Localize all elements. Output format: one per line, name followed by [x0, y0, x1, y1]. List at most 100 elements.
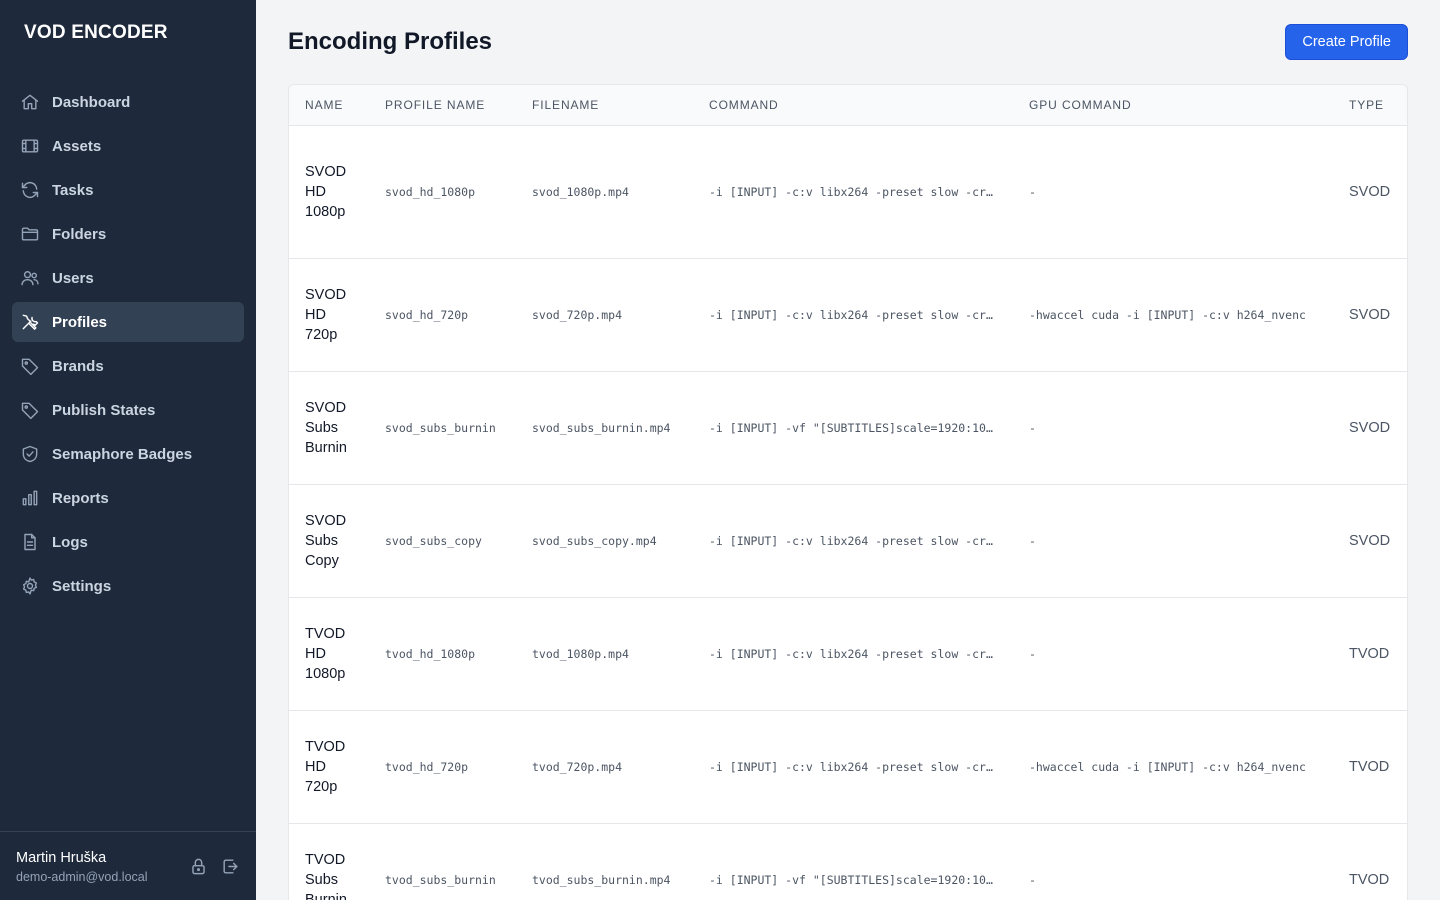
document-icon — [20, 532, 40, 552]
type-cell: SVOD — [1333, 484, 1407, 598]
profiles-table: NAME PROFILE NAME FILENAME COMMAND GPU COMMA… — [289, 85, 1407, 900]
profile-name-cell: TVOD Subs Burnin — [289, 823, 369, 900]
sidebar-item-brands[interactable]: Brands — [12, 346, 244, 386]
sidebar-item-label: Publish States — [52, 401, 156, 419]
gpu-command-cell: -hwaccel cuda -i [INPUT] -c:v h264_nvenc — [1013, 710, 1333, 824]
lock-icon[interactable] — [188, 856, 208, 876]
chart-icon — [20, 488, 40, 508]
sidebar-item-publish-states[interactable]: Publish States — [12, 390, 244, 430]
type-cell: TVOD — [1333, 823, 1407, 900]
sidebar-item-users[interactable]: Users — [12, 258, 244, 298]
column-header-filename: FILENAME — [516, 85, 693, 126]
column-header-profile-name: PROFILE NAME — [369, 85, 516, 126]
app-root: VOD ENCODER Dashboard Assets Tasks Folders U… — [0, 0, 1440, 900]
tools-icon — [20, 312, 40, 332]
filename-cell: tvod_subs_burnin.mp4 — [516, 823, 693, 900]
table-row[interactable]: TVOD HD 1080p tvod_hd_1080p tvod_1080p.mp4… — [289, 597, 1407, 711]
shield-icon — [20, 444, 40, 464]
profile-id-cell: tvod_hd_1080p — [369, 597, 516, 711]
sidebar-item-assets[interactable]: Assets — [12, 126, 244, 166]
sidebar-item-label: Reports — [52, 489, 109, 507]
table-row[interactable]: TVOD HD 720p tvod_hd_720p tvod_720p.mp4 -i … — [289, 710, 1407, 824]
column-header-name: NAME — [289, 85, 369, 126]
column-header-type: TYPE — [1333, 85, 1407, 126]
profile-name-cell: SVOD Subs Burnin — [289, 371, 369, 485]
type-cell: SVOD — [1333, 371, 1407, 485]
type-cell: TVOD — [1333, 710, 1407, 824]
tag-icon — [20, 400, 40, 420]
sidebar-item-label: Semaphore Badges — [52, 445, 193, 463]
sidebar-item-reports[interactable]: Reports — [12, 478, 244, 518]
sidebar-item-tasks[interactable]: Tasks — [12, 170, 244, 210]
film-icon — [20, 136, 40, 156]
main-content: Encoding Profiles Create Profile NAME PRO… — [256, 0, 1440, 900]
profile-id-cell: tvod_subs_burnin — [369, 823, 516, 900]
filename-cell: svod_1080p.mp4 — [516, 125, 693, 259]
table-row[interactable]: SVOD HD 1080p svod_hd_1080p svod_1080p.mp4… — [289, 125, 1407, 259]
profile-id-cell: svod_hd_1080p — [369, 125, 516, 259]
table-body: SVOD HD 1080p svod_hd_1080p svod_1080p.mp4… — [289, 125, 1407, 900]
create-profile-button[interactable]: Create Profile — [1285, 24, 1408, 60]
page-title: Encoding Profiles — [288, 28, 493, 55]
profile-id-cell: svod_subs_copy — [369, 484, 516, 598]
users-icon — [20, 268, 40, 288]
gpu-command-cell: - — [1013, 597, 1333, 711]
folder-icon — [20, 224, 40, 244]
sidebar-item-folders[interactable]: Folders — [12, 214, 244, 254]
profile-id-cell: svod_subs_burnin — [369, 371, 516, 485]
profile-name-cell: TVOD HD 720p — [289, 710, 369, 824]
profile-name-cell: TVOD HD 1080p — [289, 597, 369, 711]
sidebar-item-label: Profiles — [52, 313, 108, 331]
sidebar-nav: Dashboard Assets Tasks Folders Users Profiles… — [12, 82, 244, 610]
filename-cell: svod_subs_copy.mp4 — [516, 484, 693, 598]
sidebar: VOD ENCODER Dashboard Assets Tasks Folders U… — [0, 0, 256, 900]
sidebar-item-profiles[interactable]: Profiles — [12, 302, 244, 342]
command-cell: -i [INPUT] -c:v libx264 -preset slow -cr… — [693, 710, 1013, 824]
table-row[interactable]: SVOD Subs Copy svod_subs_copy svod_subs_co… — [289, 484, 1407, 598]
sidebar-item-label: Logs — [52, 533, 88, 551]
gpu-command-cell: -hwaccel cuda -i [INPUT] -c:v h264_nvenc — [1013, 258, 1333, 372]
sidebar-item-label: Dashboard — [52, 93, 131, 111]
sidebar-item-label: Folders — [52, 225, 107, 243]
table-header-row: NAME PROFILE NAME FILENAME COMMAND GPU COMMA… — [289, 85, 1407, 126]
sidebar-item-label: Users — [52, 269, 94, 287]
command-cell: -i [INPUT] -c:v libx264 -preset slow -cr… — [693, 125, 1013, 259]
profile-id-cell: tvod_hd_720p — [369, 710, 516, 824]
table-row[interactable]: SVOD Subs Burnin svod_subs_burnin svod_sub… — [289, 371, 1407, 485]
command-cell: -i [INPUT] -vf "[SUBTITLES]scale=1920:10… — [693, 371, 1013, 485]
sidebar-item-dashboard[interactable]: Dashboard — [12, 82, 244, 122]
refresh-icon — [20, 180, 40, 200]
column-header-command: COMMAND — [693, 85, 1013, 126]
sidebar-item-label: Assets — [52, 137, 102, 155]
tag-icon — [20, 356, 40, 376]
user-actions — [188, 856, 240, 876]
profiles-table-card: NAME PROFILE NAME FILENAME COMMAND GPU COMMA… — [288, 84, 1408, 900]
sidebar-item-semaphore-badges[interactable]: Semaphore Badges — [12, 434, 244, 474]
table-row[interactable]: SVOD HD 720p svod_hd_720p svod_720p.mp4 -i … — [289, 258, 1407, 372]
command-cell: -i [INPUT] -vf "[SUBTITLES]scale=1920:10… — [693, 823, 1013, 900]
gear-icon — [20, 576, 40, 596]
command-cell: -i [INPUT] -c:v libx264 -preset slow -cr… — [693, 597, 1013, 711]
profile-name-cell: SVOD Subs Copy — [289, 484, 369, 598]
logout-icon[interactable] — [220, 856, 240, 876]
profile-name-cell: SVOD HD 1080p — [289, 125, 369, 259]
table-row[interactable]: TVOD Subs Burnin tvod_subs_burnin tvod_sub… — [289, 823, 1407, 900]
sidebar-item-settings[interactable]: Settings — [12, 566, 244, 606]
sidebar-item-label: Settings — [52, 577, 112, 595]
sidebar-item-label: Brands — [52, 357, 104, 375]
sidebar-item-label: Tasks — [52, 181, 94, 199]
filename-cell: tvod_1080p.mp4 — [516, 597, 693, 711]
command-cell: -i [INPUT] -c:v libx264 -preset slow -cr… — [693, 258, 1013, 372]
sidebar-item-logs[interactable]: Logs — [12, 522, 244, 562]
gpu-command-cell: - — [1013, 371, 1333, 485]
command-cell: -i [INPUT] -c:v libx264 -preset slow -cr… — [693, 484, 1013, 598]
home-icon — [20, 92, 40, 112]
gpu-command-cell: - — [1013, 484, 1333, 598]
column-header-gpu-command: GPU COMMAND — [1013, 85, 1333, 126]
gpu-command-cell: - — [1013, 823, 1333, 900]
filename-cell: tvod_720p.mp4 — [516, 710, 693, 824]
type-cell: SVOD — [1333, 125, 1407, 259]
profile-name-cell: SVOD HD 720p — [289, 258, 369, 372]
type-cell: SVOD — [1333, 258, 1407, 372]
filename-cell: svod_subs_burnin.mp4 — [516, 371, 693, 485]
